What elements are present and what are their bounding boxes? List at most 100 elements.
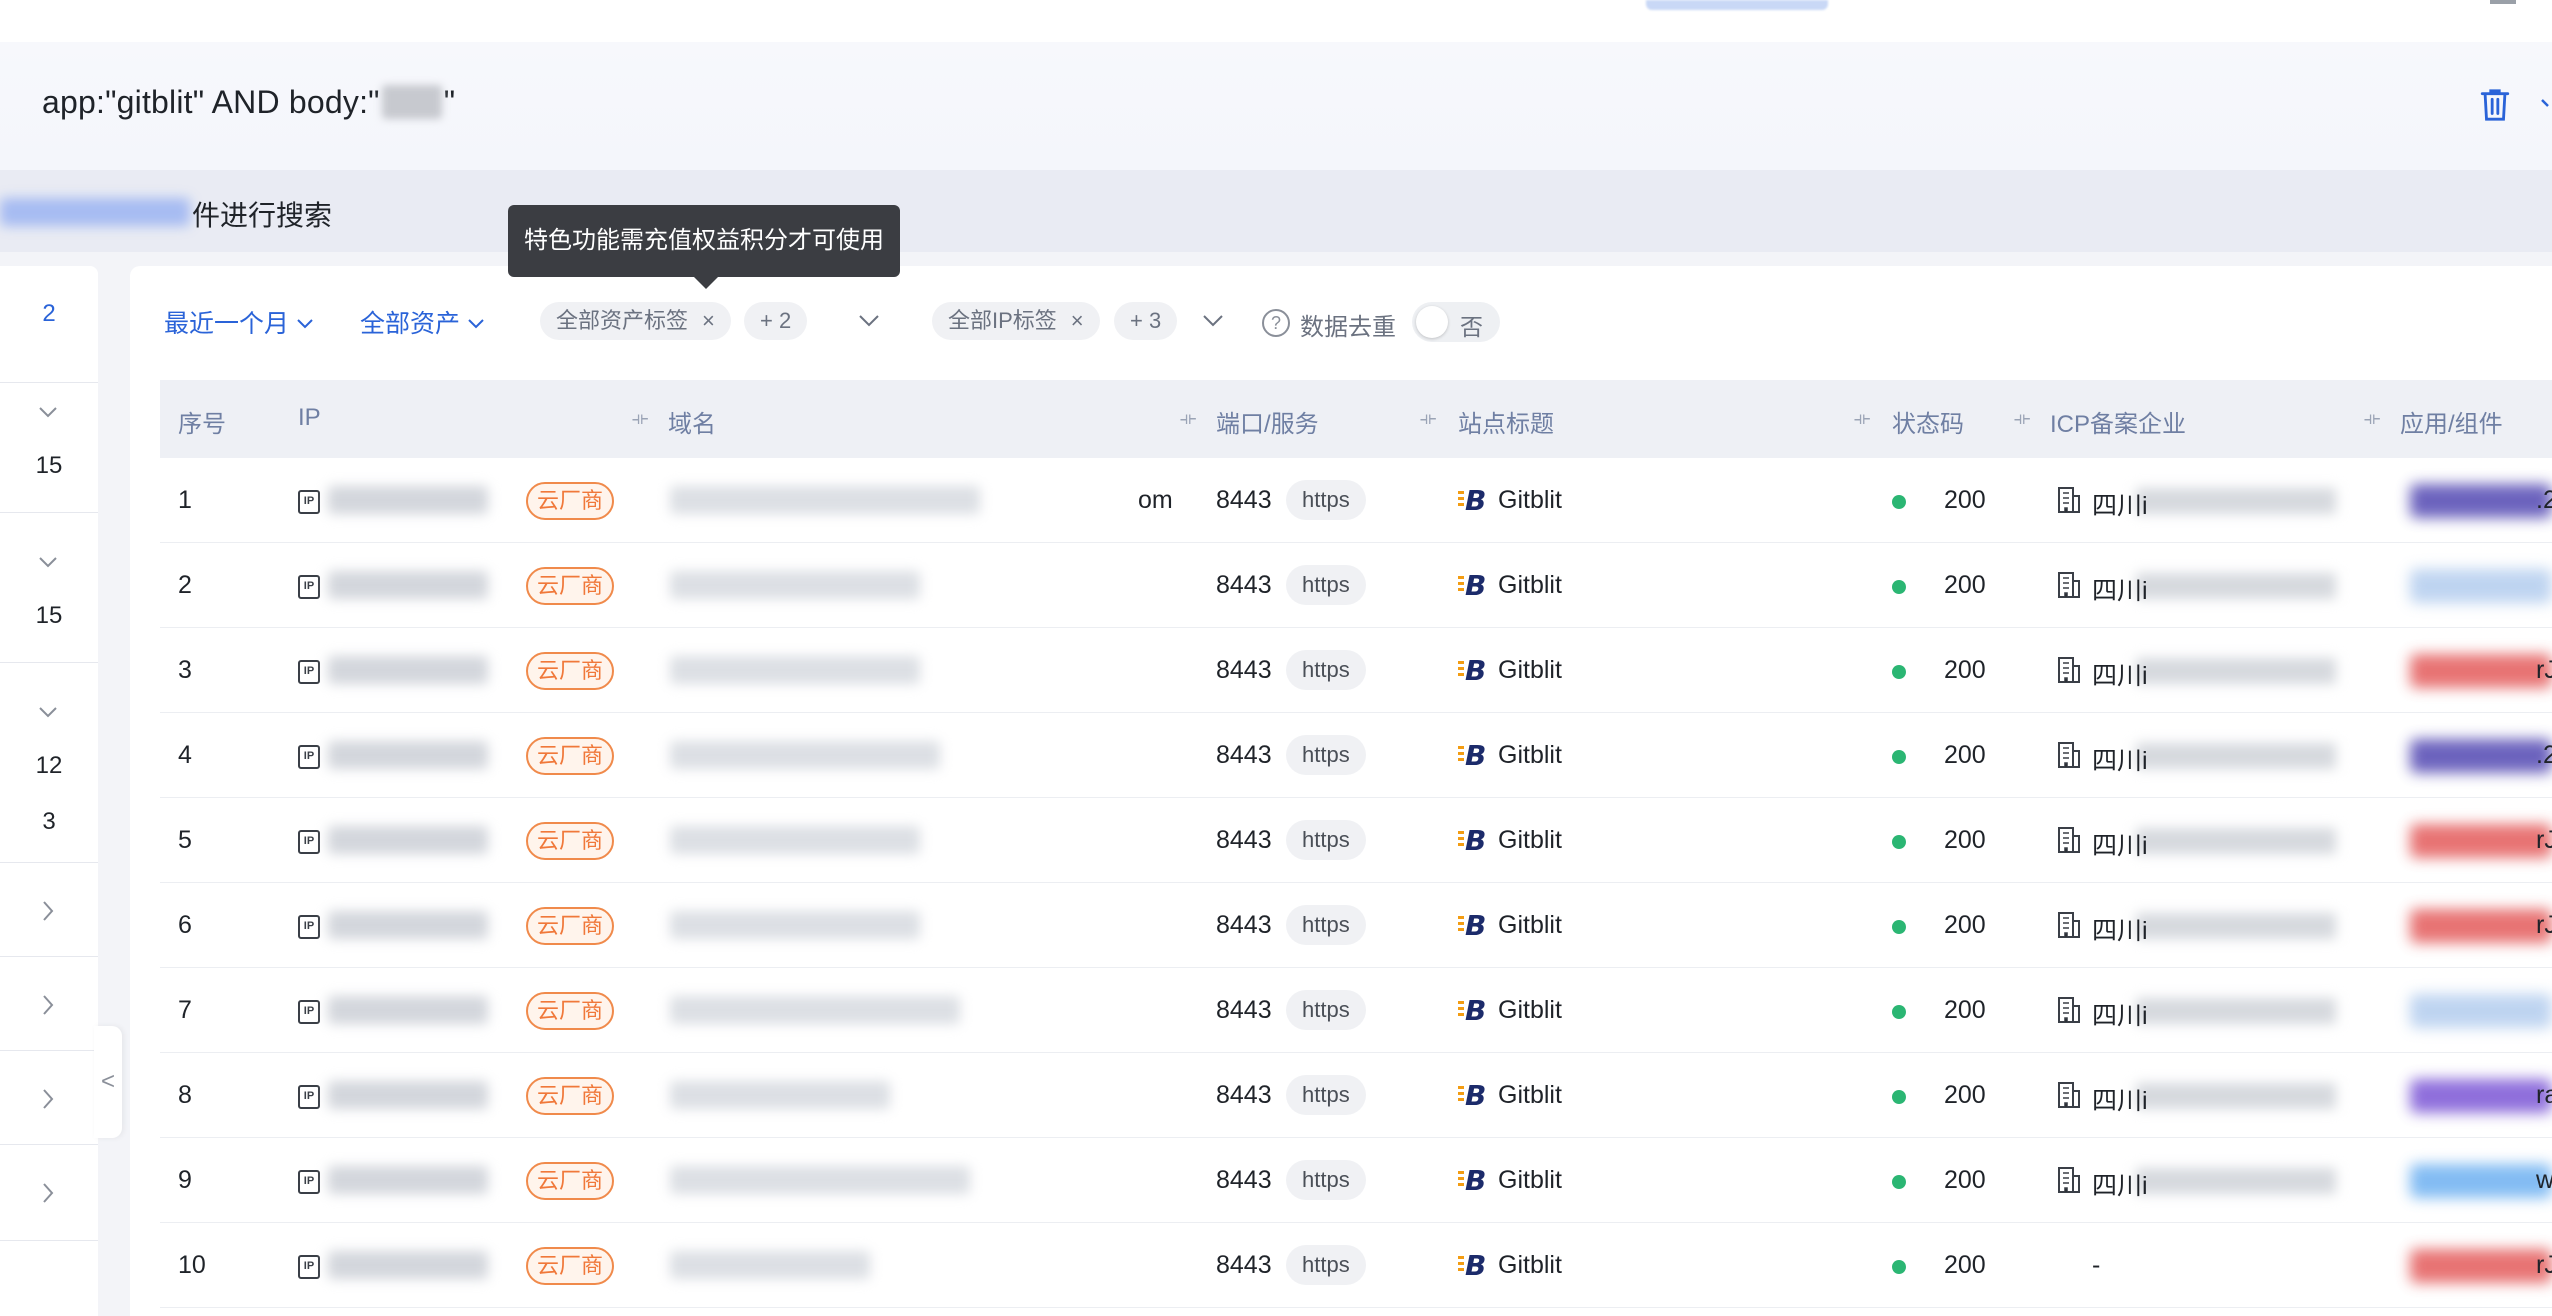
site-title[interactable]: Gitblit [1498, 911, 1562, 940]
app-component-redacted[interactable] [2410, 824, 2552, 858]
asset-scope-dropdown[interactable]: 全部资产 [360, 304, 484, 340]
table-row[interactable]: 10 IP 云厂商 8443 https B Gitblit 200 - rJ [160, 1223, 2552, 1308]
chevron-down-icon[interactable] [38, 706, 58, 718]
app-component-redacted[interactable] [2410, 1079, 2552, 1113]
ip-address-redacted[interactable] [328, 1251, 488, 1279]
table-row[interactable]: 7 IP 云厂商 8443 https B Gitblit 200 四川i [160, 968, 2552, 1053]
domain-redacted[interactable] [670, 571, 920, 599]
icp-company[interactable]: 四川i [2092, 1166, 2148, 1202]
port[interactable]: 8443 [1216, 1166, 1272, 1195]
site-title[interactable]: Gitblit [1498, 571, 1562, 600]
ip-tag-more[interactable]: + 3 [1114, 302, 1178, 340]
domain-redacted[interactable] [670, 1081, 890, 1109]
app-component-redacted[interactable] [2410, 1249, 2552, 1283]
table-row[interactable]: 5 IP 云厂商 8443 https B Gitblit 200 四川i rJ [160, 798, 2552, 883]
chevron-down-icon[interactable] [858, 314, 880, 328]
table-row[interactable]: 1 IP 云厂商 om 8443 https B Gitblit 200 四川i .2 [160, 458, 2552, 543]
ip-address-redacted[interactable] [328, 1081, 488, 1109]
site-title[interactable]: Gitblit [1498, 996, 1562, 1025]
app-component-redacted[interactable] [2410, 739, 2552, 773]
site-title[interactable]: Gitblit [1498, 656, 1562, 685]
search-query[interactable]: app:"gitblit" AND body:" " [42, 84, 455, 121]
port[interactable]: 8443 [1216, 486, 1272, 515]
ip-address-redacted[interactable] [328, 656, 488, 684]
time-range-dropdown[interactable]: 最近一个月 [164, 304, 313, 340]
chevron-down-icon[interactable] [38, 556, 58, 568]
icp-company[interactable]: 四川i [2092, 826, 2148, 862]
ip-tag-chip[interactable]: 全部IP标签 × [932, 302, 1100, 340]
ip-address-redacted[interactable] [328, 996, 488, 1024]
trash-icon[interactable] [2478, 86, 2512, 124]
icp-company[interactable]: 四川i [2092, 996, 2148, 1032]
domain-redacted[interactable] [670, 741, 940, 769]
chevron-down-icon[interactable] [38, 406, 58, 418]
icp-company[interactable]: 四川i [2092, 741, 2148, 777]
table-row[interactable]: 3 IP 云厂商 8443 https B Gitblit 200 四川i rJ [160, 628, 2552, 713]
column-resize-icon[interactable]: ⟛ [632, 408, 648, 429]
column-resize-icon[interactable]: ⟛ [1854, 408, 1870, 429]
ip-address-redacted[interactable] [328, 1166, 488, 1194]
site-title[interactable]: Gitblit [1498, 1166, 1562, 1195]
domain-redacted[interactable] [670, 486, 980, 514]
column-resize-icon[interactable]: ⟛ [2364, 408, 2380, 429]
ip-address-redacted[interactable] [328, 911, 488, 939]
icp-company[interactable]: 四川i [2092, 911, 2148, 947]
port[interactable]: 8443 [1216, 1251, 1272, 1280]
chevron-right-icon[interactable] [42, 900, 54, 922]
column-resize-icon[interactable]: ⟛ [1180, 408, 1196, 429]
app-component-redacted[interactable] [2410, 1164, 2552, 1198]
column-resize-icon[interactable]: ⟛ [1420, 408, 1436, 429]
table-row[interactable]: 4 IP 云厂商 8443 https B Gitblit 200 四川i .2 [160, 713, 2552, 798]
menu-icon[interactable] [2490, 0, 2516, 4]
close-icon[interactable]: × [1071, 308, 1084, 333]
port[interactable]: 8443 [1216, 911, 1272, 940]
port[interactable]: 8443 [1216, 571, 1272, 600]
chevron-down-icon[interactable] [1202, 314, 1224, 328]
asset-tag-chip[interactable]: 全部资产标签 × [540, 302, 731, 340]
ip-address-redacted[interactable] [328, 486, 488, 514]
chevron-right-icon[interactable] [42, 1088, 54, 1110]
table-row[interactable]: 6 IP 云厂商 8443 https B Gitblit 200 四川i rJ [160, 883, 2552, 968]
icp-company[interactable]: 四川i [2092, 571, 2148, 607]
table-row[interactable]: 2 IP 云厂商 8443 https B Gitblit 200 四川i [160, 543, 2552, 628]
ip-address-redacted[interactable] [328, 741, 488, 769]
table-row[interactable]: 8 IP 云厂商 8443 https B Gitblit 200 四川i ra [160, 1053, 2552, 1138]
port[interactable]: 8443 [1216, 996, 1272, 1025]
sidebar-count-1[interactable]: 2 [0, 300, 98, 328]
site-title[interactable]: Gitblit [1498, 741, 1562, 770]
asset-tag-more[interactable]: + 2 [744, 302, 808, 340]
domain-redacted[interactable] [670, 656, 920, 684]
domain-redacted[interactable] [670, 1166, 970, 1194]
help-icon[interactable]: ? [1262, 309, 1290, 337]
ip-address-redacted[interactable] [328, 826, 488, 854]
nav-item-blurred[interactable] [1646, 0, 1828, 10]
site-title[interactable]: Gitblit [1498, 1251, 1562, 1280]
icp-company[interactable]: - [2092, 1251, 2100, 1280]
app-component-redacted[interactable] [2410, 909, 2552, 943]
icp-company[interactable]: 四川i [2092, 1081, 2148, 1117]
site-title[interactable]: Gitblit [1498, 1081, 1562, 1110]
app-component-redacted[interactable] [2410, 994, 2552, 1028]
icp-company[interactable]: 四川i [2092, 656, 2148, 692]
site-title[interactable]: Gitblit [1498, 486, 1562, 515]
column-resize-icon[interactable]: ⟛ [2014, 408, 2030, 429]
sidebar-collapse-button[interactable]: < [94, 1026, 122, 1138]
app-component-redacted[interactable] [2410, 484, 2552, 518]
app-component-redacted[interactable] [2410, 569, 2552, 603]
chevron-down-icon[interactable] [2540, 94, 2552, 114]
domain-redacted[interactable] [670, 911, 920, 939]
chevron-right-icon[interactable] [42, 994, 54, 1016]
port[interactable]: 8443 [1216, 656, 1272, 685]
port[interactable]: 8443 [1216, 826, 1272, 855]
domain-redacted[interactable] [670, 996, 960, 1024]
app-component-redacted[interactable] [2410, 654, 2552, 688]
site-title[interactable]: Gitblit [1498, 826, 1562, 855]
icp-company[interactable]: 四川i [2092, 486, 2148, 522]
chevron-right-icon[interactable] [42, 1182, 54, 1204]
ip-address-redacted[interactable] [328, 571, 488, 599]
hint-link-redacted[interactable] [0, 198, 190, 226]
close-icon[interactable]: × [702, 308, 715, 333]
domain-redacted[interactable] [670, 1251, 870, 1279]
port[interactable]: 8443 [1216, 741, 1272, 770]
table-row[interactable]: 9 IP 云厂商 8443 https B Gitblit 200 四川i we [160, 1138, 2552, 1223]
